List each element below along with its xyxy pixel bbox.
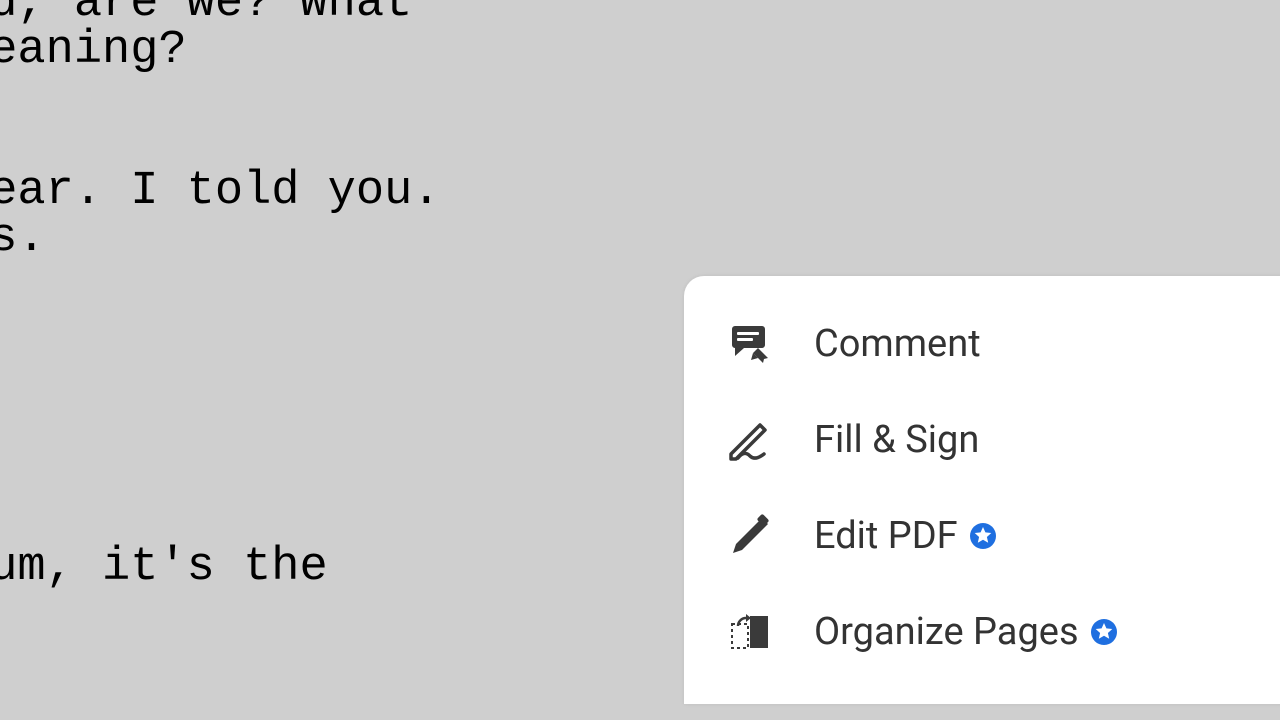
comment-icon	[728, 322, 772, 366]
premium-star-icon	[970, 523, 996, 549]
tool-comment[interactable]: Comment	[684, 312, 1280, 392]
tool-label: Fill & Sign	[814, 418, 979, 462]
premium-star-icon	[1091, 619, 1117, 645]
tool-label: Edit PDF	[814, 514, 958, 558]
tool-label: Organize Pages	[814, 610, 1079, 654]
tool-label: Comment	[814, 322, 981, 366]
organize-pages-icon	[728, 610, 772, 654]
edit-pdf-icon	[728, 514, 772, 558]
fill-sign-icon	[728, 418, 772, 462]
document-text: e world, are we? What use cleaning? A re…	[0, 0, 441, 638]
tool-fill-sign[interactable]: Fill & Sign	[684, 392, 1280, 488]
tools-panel: Comment Fill & Sign Edit PDF	[684, 276, 1280, 704]
tool-organize-pages[interactable]: Organize Pages	[684, 584, 1280, 680]
tool-edit-pdf[interactable]: Edit PDF	[684, 488, 1280, 584]
